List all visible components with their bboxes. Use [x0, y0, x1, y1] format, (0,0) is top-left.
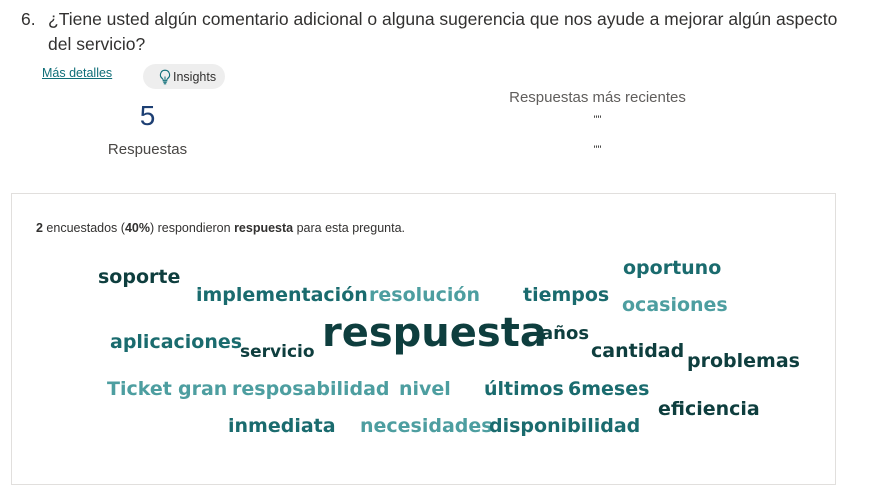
insights-button[interactable]: Insights: [143, 64, 226, 89]
word-cloud-word[interactable]: nivel: [399, 380, 451, 399]
word-cloud-word[interactable]: soporte: [98, 268, 180, 287]
word-cloud-word[interactable]: servicio: [240, 344, 315, 361]
question-header: 6. ¿Tiene usted algún comentario adicion…: [21, 7, 841, 57]
word-cloud-word[interactable]: disponibilidad: [489, 417, 640, 436]
word-cloud-word[interactable]: inmediata: [228, 417, 336, 436]
word-cloud-word[interactable]: resposabilidad: [232, 380, 390, 399]
summary-text: 2 encuestados (40%) respondieron respues…: [36, 221, 405, 235]
question-text: ¿Tiene usted algún comentario adicional …: [48, 9, 838, 54]
word-cloud-word[interactable]: gran: [178, 380, 227, 399]
word-cloud-word[interactable]: aplicaciones: [110, 333, 242, 352]
summary-text-part: para esta pregunta.: [293, 221, 406, 235]
more-details-link[interactable]: Más detalles: [42, 66, 112, 80]
word-cloud-word[interactable]: 6meses: [568, 380, 649, 399]
word-cloud-word[interactable]: oportuno: [623, 259, 721, 278]
word-cloud-word[interactable]: últimos: [484, 380, 564, 399]
word-cloud-word[interactable]: Ticket: [107, 380, 172, 399]
word-cloud-word[interactable]: necesidades: [360, 417, 493, 436]
word-cloud-word[interactable]: respuesta: [322, 313, 547, 353]
recent-responses-title: Respuestas más recientes: [509, 89, 686, 106]
word-cloud-word[interactable]: cantidad: [591, 342, 684, 361]
insights-label: Insights: [173, 69, 217, 84]
summary-text-part: encuestados (: [42, 221, 125, 235]
respondent-percent: 40%: [124, 221, 150, 235]
word-cloud-word[interactable]: resolución: [369, 286, 480, 305]
summary-text-part: ) respondieron: [149, 221, 235, 235]
word-cloud-word[interactable]: tiempos: [523, 286, 609, 305]
word-cloud-word[interactable]: eficiencia: [658, 400, 760, 419]
response-count: 5: [139, 100, 156, 131]
summary-keyword: respuesta: [234, 221, 294, 235]
word-cloud-word[interactable]: ocasiones: [622, 296, 728, 315]
recent-response-item: "": [593, 144, 602, 156]
lightbulb-icon: [159, 69, 171, 85]
word-cloud-word[interactable]: problemas: [687, 352, 800, 371]
recent-response-item: "": [593, 114, 602, 126]
respondent-count: 2: [36, 221, 43, 235]
word-cloud-word[interactable]: años: [541, 325, 589, 343]
word-cloud-word[interactable]: implementación: [196, 286, 368, 305]
question-number: 6.: [21, 9, 36, 29]
response-count-label: Respuestas: [107, 141, 188, 158]
word-cloud-panel: 2 encuestados (40%) respondieron respues…: [11, 193, 836, 485]
